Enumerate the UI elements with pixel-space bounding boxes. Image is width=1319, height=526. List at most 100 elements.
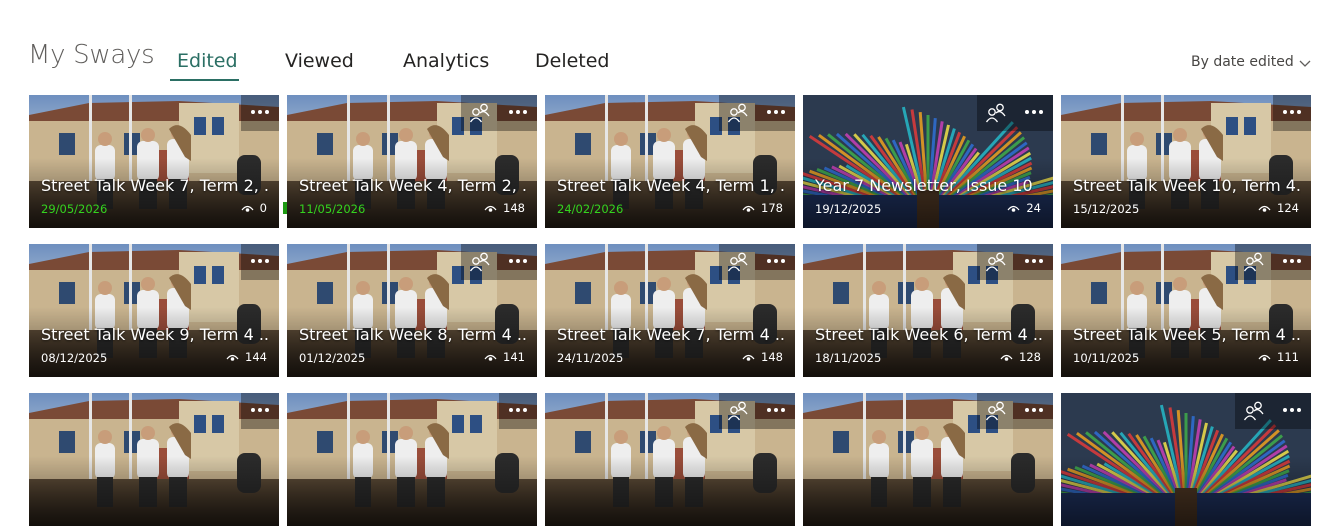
card-menu-button[interactable] — [241, 95, 279, 131]
more-options-icon — [251, 259, 269, 263]
caption-gradient — [29, 456, 279, 526]
view-count: 24 — [1007, 201, 1041, 215]
view-count: 128 — [1000, 350, 1041, 364]
card-menu-button[interactable] — [1015, 244, 1053, 280]
shared-people-icon — [1243, 401, 1264, 421]
card-date: 01/12/2025 — [299, 351, 366, 365]
recent-edit-marker — [283, 202, 287, 214]
view-count-value: 178 — [761, 201, 783, 215]
shared-people-icon — [985, 252, 1006, 272]
sway-card[interactable]: Street Talk Week 5, Term 4 ... 10/11/2025… — [1061, 244, 1311, 377]
sway-card[interactable]: Street Talk Week 9, Term 4 ... 08/12/2025… — [29, 244, 279, 377]
shared-people-icon — [1243, 252, 1264, 272]
view-count-value: 141 — [503, 350, 525, 364]
sway-card[interactable]: Year 7 Newsletter, Issue 10 19/12/2025 24 — [803, 95, 1053, 228]
view-count: 141 — [484, 350, 525, 364]
eye-icon — [484, 205, 497, 212]
shared-people-icon — [469, 103, 490, 123]
more-options-icon — [509, 110, 527, 114]
more-options-icon — [1025, 408, 1043, 412]
sway-card[interactable] — [545, 393, 795, 526]
eye-icon — [1007, 205, 1020, 212]
card-menu-button[interactable] — [1015, 393, 1053, 429]
more-options-icon — [767, 408, 785, 412]
sway-card[interactable] — [1061, 393, 1311, 526]
sway-card[interactable] — [803, 393, 1053, 526]
sway-card[interactable]: Street Talk Week 10, Term 4... 15/12/2025… — [1061, 95, 1311, 228]
sway-card[interactable]: Street Talk Week 4, Term 2, ... 11/05/202… — [287, 95, 537, 228]
card-title: Street Talk Week 8, Term 4 ... — [299, 325, 527, 344]
card-title: Street Talk Week 4, Term 2, ... — [299, 176, 527, 195]
more-options-icon — [251, 110, 269, 114]
card-menu-button[interactable] — [241, 244, 279, 280]
card-title: Street Talk Week 7, Term 2, ... — [41, 176, 269, 195]
card-date: 15/12/2025 — [1073, 202, 1140, 216]
eye-icon — [226, 354, 239, 361]
more-options-icon — [1025, 110, 1043, 114]
caption-gradient — [287, 456, 537, 526]
more-options-icon — [767, 259, 785, 263]
card-title: Street Talk Week 4, Term 1, ... — [557, 176, 785, 195]
eye-icon — [1000, 354, 1013, 361]
more-options-icon — [1283, 110, 1301, 114]
eye-icon — [241, 205, 254, 212]
shared-people-icon — [727, 401, 748, 421]
shared-indicator — [719, 244, 757, 280]
card-menu-button[interactable] — [499, 244, 537, 280]
eye-icon — [742, 205, 755, 212]
shared-people-icon — [985, 103, 1006, 123]
sway-card[interactable]: Street Talk Week 7, Term 4 ... 24/11/2025… — [545, 244, 795, 377]
more-options-icon — [767, 110, 785, 114]
card-menu-button[interactable] — [499, 393, 537, 429]
shared-indicator — [977, 95, 1015, 131]
view-count-value: 24 — [1026, 201, 1041, 215]
view-count-value: 124 — [1277, 201, 1299, 215]
view-count: 148 — [742, 350, 783, 364]
card-menu-button[interactable] — [757, 393, 795, 429]
shared-indicator — [977, 244, 1015, 280]
sway-card[interactable]: Street Talk Week 4, Term 1, ... 24/02/202… — [545, 95, 795, 228]
caption-gradient — [1061, 456, 1311, 526]
sway-card[interactable]: Street Talk Week 6, Term 4 ... 18/11/2025… — [803, 244, 1053, 377]
view-count-value: 0 — [259, 201, 267, 215]
view-count: 0 — [241, 201, 267, 215]
more-options-icon — [1025, 259, 1043, 263]
card-menu-button[interactable] — [1273, 95, 1311, 131]
card-menu-button[interactable] — [757, 244, 795, 280]
more-options-icon — [509, 408, 527, 412]
card-date: 29/05/2026 — [41, 202, 108, 216]
card-date: 08/12/2025 — [41, 351, 108, 365]
card-menu-button[interactable] — [1273, 393, 1311, 429]
view-count-value: 111 — [1277, 350, 1299, 364]
card-menu-button[interactable] — [1273, 244, 1311, 280]
card-date: 11/05/2026 — [299, 202, 366, 216]
sway-grid: Street Talk Week 7, Term 2, ... 29/05/202… — [0, 0, 1319, 526]
view-count: 144 — [226, 350, 267, 364]
view-count-value: 128 — [1019, 350, 1041, 364]
card-menu-button[interactable] — [757, 95, 795, 131]
shared-indicator — [461, 244, 499, 280]
view-count-value: 148 — [503, 201, 525, 215]
shared-indicator — [1235, 393, 1273, 429]
more-options-icon — [251, 408, 269, 412]
eye-icon — [484, 354, 497, 361]
sway-card[interactable]: Street Talk Week 8, Term 4 ... 01/12/2025… — [287, 244, 537, 377]
view-count: 124 — [1258, 201, 1299, 215]
sway-card[interactable]: Street Talk Week 7, Term 2, ... 29/05/202… — [29, 95, 279, 228]
shared-people-icon — [469, 252, 490, 272]
card-menu-button[interactable] — [241, 393, 279, 429]
card-menu-button[interactable] — [499, 95, 537, 131]
card-title: Street Talk Week 6, Term 4 ... — [815, 325, 1043, 344]
sway-card[interactable] — [287, 393, 537, 526]
card-date: 10/11/2025 — [1073, 351, 1140, 365]
view-count: 111 — [1258, 350, 1299, 364]
card-title: Street Talk Week 5, Term 4 ... — [1073, 325, 1301, 344]
shared-people-icon — [985, 401, 1006, 421]
more-options-icon — [509, 259, 527, 263]
sway-card[interactable] — [29, 393, 279, 526]
card-title: Street Talk Week 9, Term 4 ... — [41, 325, 269, 344]
shared-people-icon — [727, 103, 748, 123]
view-count: 148 — [484, 201, 525, 215]
card-title: Street Talk Week 7, Term 4 ... — [557, 325, 785, 344]
card-menu-button[interactable] — [1015, 95, 1053, 131]
